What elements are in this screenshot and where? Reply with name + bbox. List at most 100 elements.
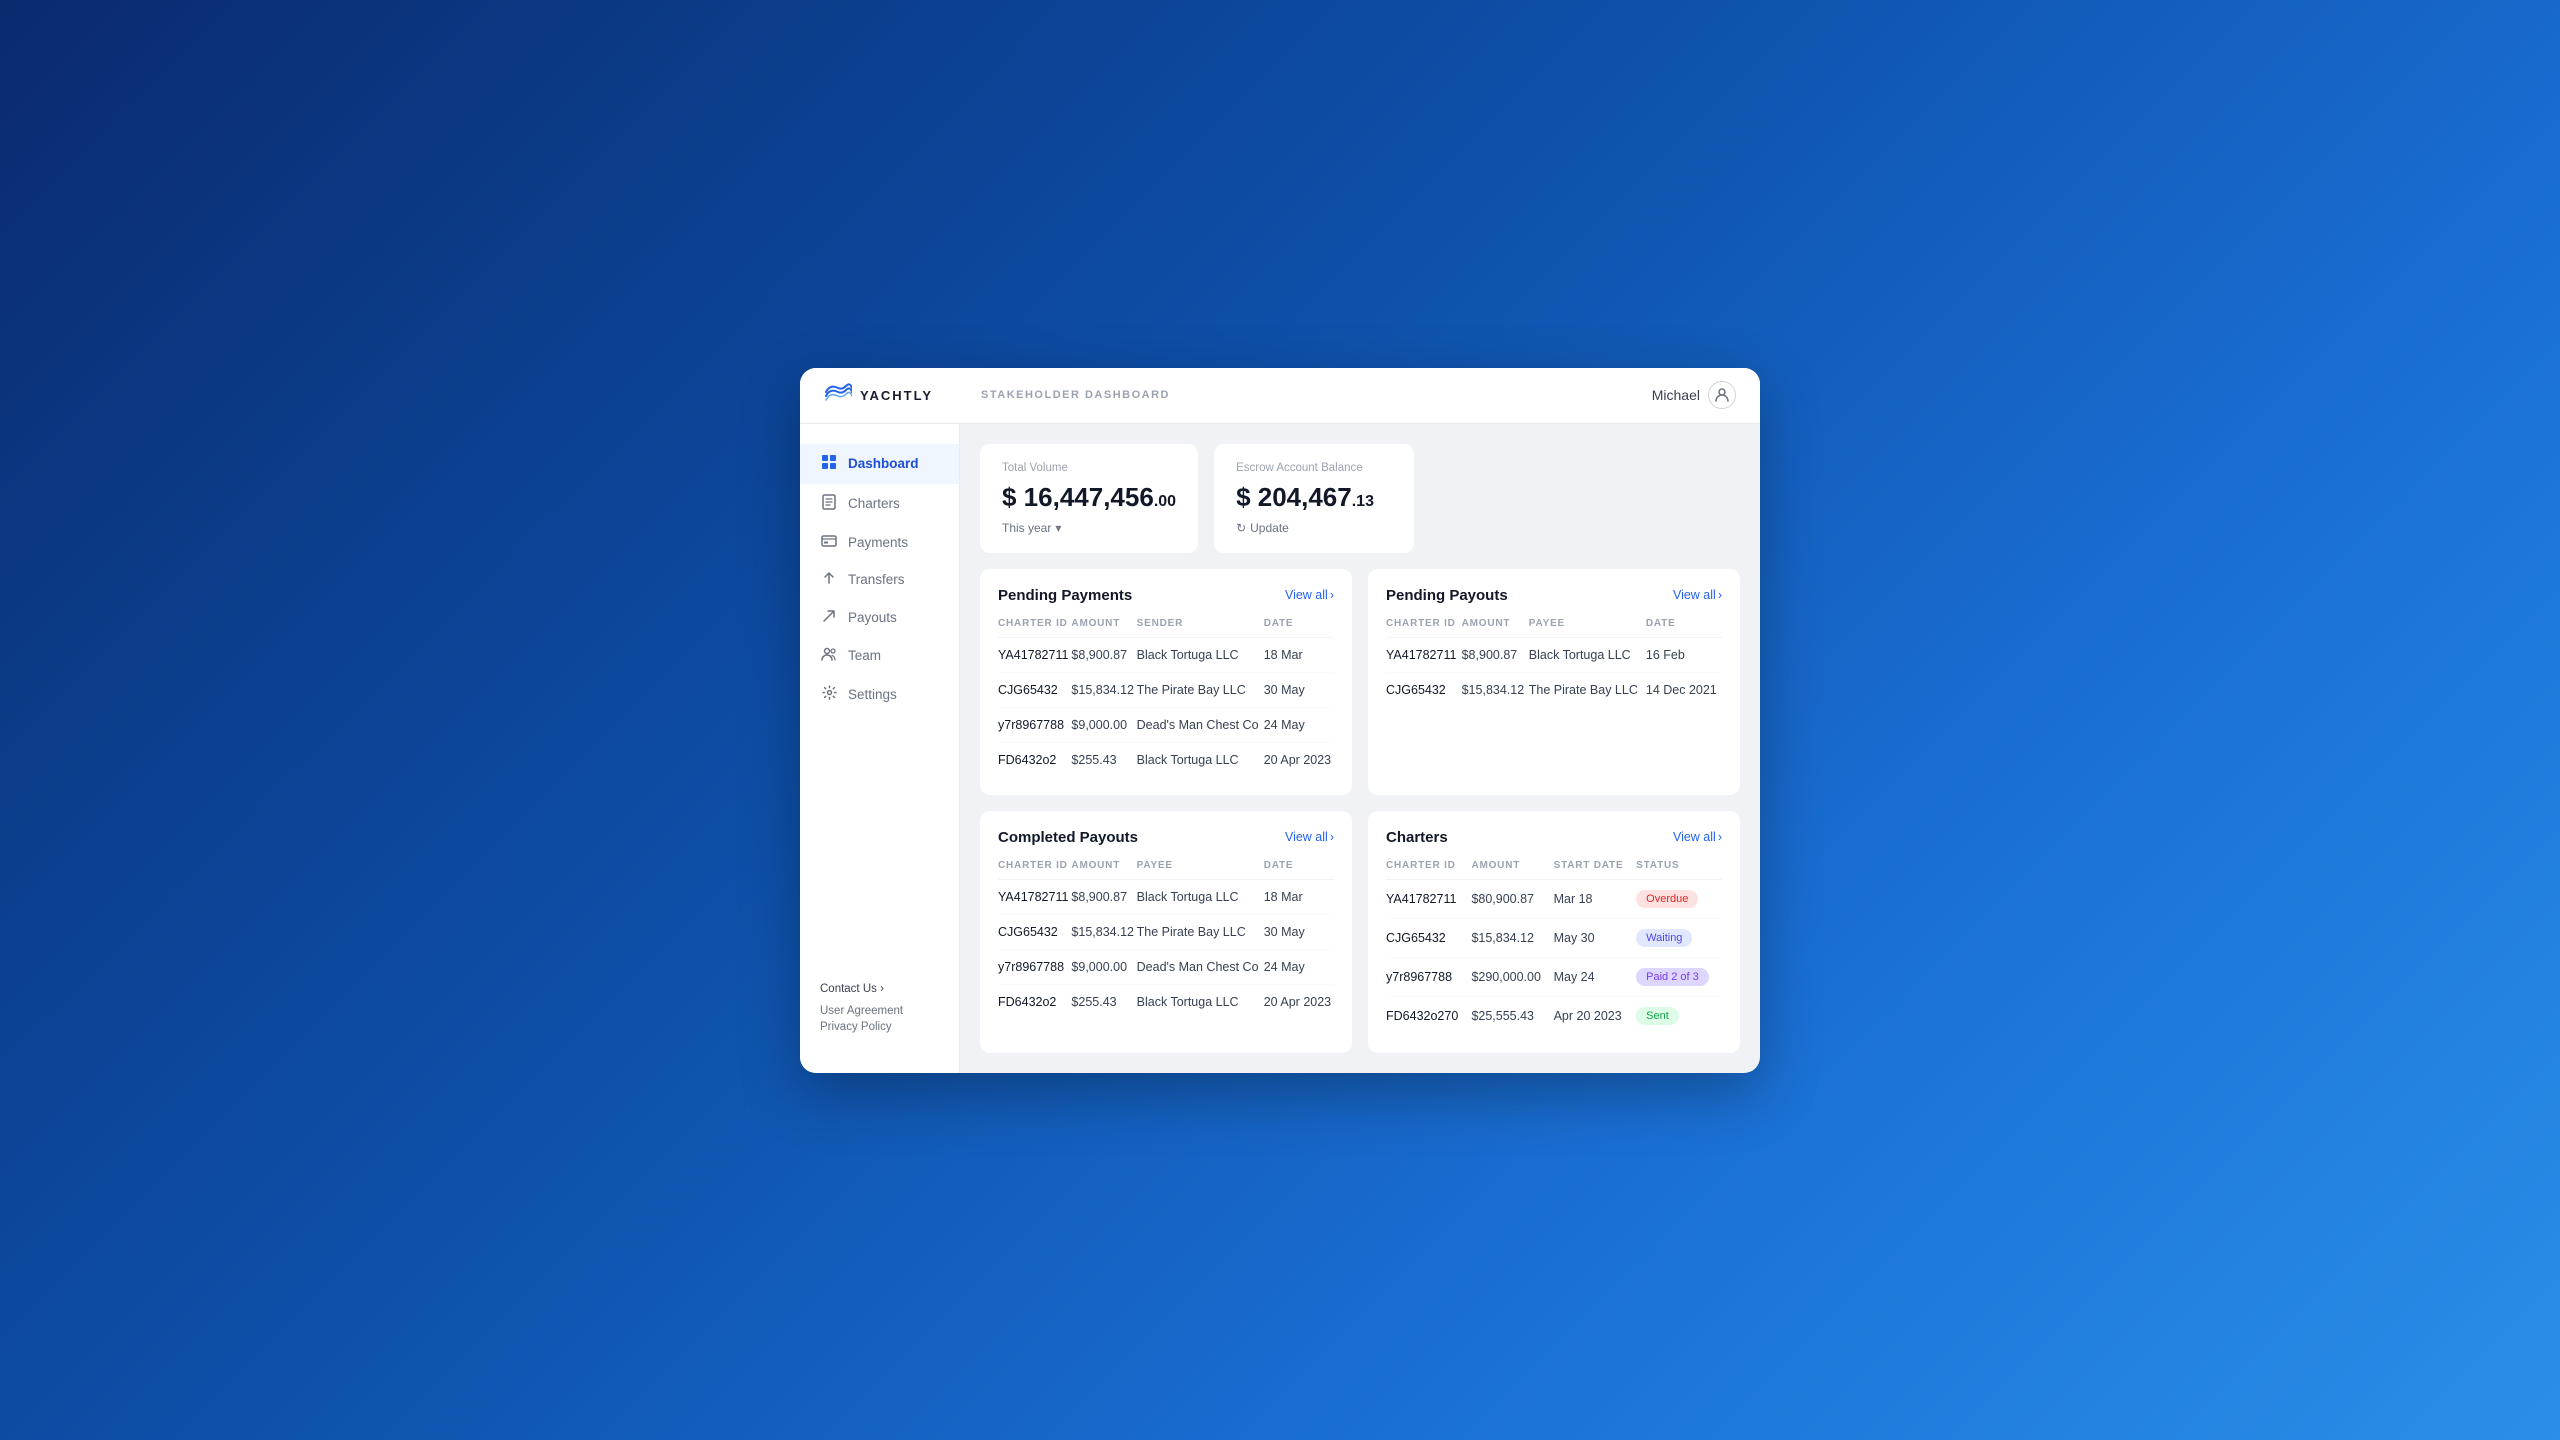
logo-text: YACHTLY	[860, 388, 933, 403]
contact-us-link[interactable]: Contact Us ›	[820, 983, 939, 995]
user-avatar-icon[interactable]	[1708, 381, 1736, 409]
charter-id-cell: YA41782711	[1386, 637, 1462, 672]
escrow-value: $ 204,467.13	[1236, 482, 1392, 513]
table-row: CJG65432 $15,834.12 The Pirate Bay LLC 3…	[998, 672, 1334, 707]
col-amount: AMOUNT	[1471, 860, 1553, 880]
completed-payouts-title: Completed Payouts	[998, 829, 1138, 846]
charter-id-cell: FD6432o2	[998, 984, 1071, 1019]
status-badge: Overdue	[1636, 890, 1698, 908]
pending-payments-table: CHARTER ID AMOUNT SENDER DATE YA41782711…	[998, 618, 1334, 777]
charter-id-cell: YA41782711	[998, 879, 1071, 914]
pending-payouts-header: Pending Payouts View all ›	[1386, 587, 1722, 604]
sender-cell: Black Tortuga LLC	[1137, 637, 1264, 672]
charter-id-cell: y7r8967788	[998, 707, 1071, 742]
pending-payouts-card: Pending Payouts View all › CHARTER ID AM…	[1368, 569, 1740, 795]
period-selector[interactable]: This year ▾	[1002, 521, 1176, 535]
total-volume-card: Total Volume $ 16,447,456.00 This year ▾	[980, 444, 1198, 553]
col-sender: SENDER	[1137, 618, 1264, 638]
stats-row: Total Volume $ 16,447,456.00 This year ▾…	[980, 444, 1740, 553]
col-status: STATUS	[1636, 860, 1722, 880]
sender-cell: Dead's Man Chest Co	[1137, 707, 1264, 742]
completed-payouts-header: Completed Payouts View all ›	[998, 829, 1334, 846]
pending-payouts-title: Pending Payouts	[1386, 587, 1508, 604]
pending-payments-header: Pending Payments View all ›	[998, 587, 1334, 604]
amount-cell: $15,834.12	[1071, 914, 1136, 949]
completed-payouts-card: Completed Payouts View all › CHARTER ID …	[980, 811, 1352, 1053]
completed-payouts-table: CHARTER ID AMOUNT PAYEE DATE YA41782711 …	[998, 860, 1334, 1019]
table-row: FD6432o2 $255.43 Black Tortuga LLC 20 Ap…	[998, 742, 1334, 777]
pending-payments-card: Pending Payments View all › CHARTER ID A…	[980, 569, 1352, 795]
sidebar-item-payouts[interactable]: Payouts	[800, 599, 959, 637]
charter-id-cell: YA41782711	[998, 637, 1071, 672]
charters-icon	[820, 494, 838, 514]
table-row: YA41782711 $8,900.87 Black Tortuga LLC 1…	[998, 637, 1334, 672]
sidebar-item-settings[interactable]: Settings	[800, 675, 959, 714]
tables-grid: Pending Payments View all › CHARTER ID A…	[980, 569, 1740, 1053]
charter-id-cell: y7r8967788	[998, 949, 1071, 984]
charter-id-cell: y7r8967788	[1386, 957, 1471, 996]
sidebar-item-charters[interactable]: Charters	[800, 484, 959, 524]
col-date: DATE	[1264, 860, 1334, 880]
user-agreement-link[interactable]: User Agreement	[820, 1005, 939, 1017]
sidebar-item-team[interactable]: Team	[800, 637, 959, 675]
charter-id-cell: CJG65432	[1386, 918, 1471, 957]
payee-cell: Black Tortuga LLC	[1529, 637, 1646, 672]
chevron-down-icon: ▾	[1055, 521, 1061, 535]
chevron-right-icon: ›	[1330, 588, 1334, 602]
sidebar-item-dashboard-label: Dashboard	[848, 456, 919, 471]
amount-cell: $25,555.43	[1471, 996, 1553, 1035]
pending-payments-view-all[interactable]: View all ›	[1285, 588, 1334, 602]
sidebar-item-settings-label: Settings	[848, 687, 897, 702]
payee-cell: The Pirate Bay LLC	[1529, 672, 1646, 707]
col-charter-id: CHARTER ID	[998, 860, 1071, 880]
amount-cell: $8,900.87	[1071, 879, 1136, 914]
sidebar-footer: Contact Us › User Agreement Privacy Poli…	[800, 967, 959, 1053]
pending-payouts-table: CHARTER ID AMOUNT PAYEE DATE YA41782711 …	[1386, 618, 1722, 707]
refresh-icon: ↻	[1236, 521, 1246, 535]
col-payee: PAYEE	[1529, 618, 1646, 638]
user-name: Michael	[1652, 387, 1700, 403]
amount-cell: $8,900.87	[1462, 637, 1529, 672]
total-volume-value: $ 16,447,456.00	[1002, 482, 1176, 513]
amount-cell: $15,834.12	[1471, 918, 1553, 957]
sender-cell: The Pirate Bay LLC	[1137, 672, 1264, 707]
col-date: DATE	[1646, 618, 1722, 638]
charter-id-cell: YA41782711	[1386, 879, 1471, 918]
sidebar-item-charters-label: Charters	[848, 496, 900, 511]
user-menu[interactable]: Michael	[1652, 381, 1736, 409]
team-icon	[820, 647, 838, 665]
start-date-cell: May 30	[1554, 918, 1637, 957]
pending-payouts-view-all[interactable]: View all ›	[1673, 588, 1722, 602]
amount-cell: $15,834.12	[1462, 672, 1529, 707]
chevron-right-icon: ›	[1718, 830, 1722, 844]
date-cell: 16 Feb	[1646, 637, 1722, 672]
payee-cell: The Pirate Bay LLC	[1137, 914, 1264, 949]
privacy-policy-link[interactable]: Privacy Policy	[820, 1021, 939, 1033]
status-cell: Paid 2 of 3	[1636, 957, 1722, 996]
completed-payouts-view-all[interactable]: View all ›	[1285, 830, 1334, 844]
sidebar-item-team-label: Team	[848, 648, 881, 663]
table-row: FD6432o2 $255.43 Black Tortuga LLC 20 Ap…	[998, 984, 1334, 1019]
amount-cell: $255.43	[1071, 742, 1136, 777]
sidebar-item-transfers[interactable]: Transfers	[800, 561, 959, 599]
sidebar-item-transfers-label: Transfers	[848, 572, 905, 587]
logo-icon	[824, 382, 852, 408]
total-volume-label: Total Volume	[1002, 462, 1176, 474]
update-button[interactable]: ↻ Update	[1236, 521, 1392, 535]
col-amount: AMOUNT	[1071, 618, 1136, 638]
page-title: STAKEHOLDER DASHBOARD	[981, 389, 1170, 401]
nav-items: Dashboard Charters	[800, 444, 959, 967]
charters-view-all[interactable]: View all ›	[1673, 830, 1722, 844]
table-row: y7r8967788 $290,000.00 May 24 Paid 2 of …	[1386, 957, 1722, 996]
sidebar-item-payments[interactable]: Payments	[800, 524, 959, 561]
col-payee: PAYEE	[1137, 860, 1264, 880]
amount-cell: $255.43	[1071, 984, 1136, 1019]
sidebar-item-dashboard[interactable]: Dashboard	[800, 444, 959, 484]
table-row: YA41782711 $80,900.87 Mar 18 Overdue	[1386, 879, 1722, 918]
col-amount: AMOUNT	[1462, 618, 1529, 638]
amount-cell: $9,000.00	[1071, 949, 1136, 984]
amount-cell: $80,900.87	[1471, 879, 1553, 918]
pending-payments-title: Pending Payments	[998, 587, 1132, 604]
table-row: YA41782711 $8,900.87 Black Tortuga LLC 1…	[1386, 637, 1722, 672]
sidebar: Dashboard Charters	[800, 424, 960, 1073]
